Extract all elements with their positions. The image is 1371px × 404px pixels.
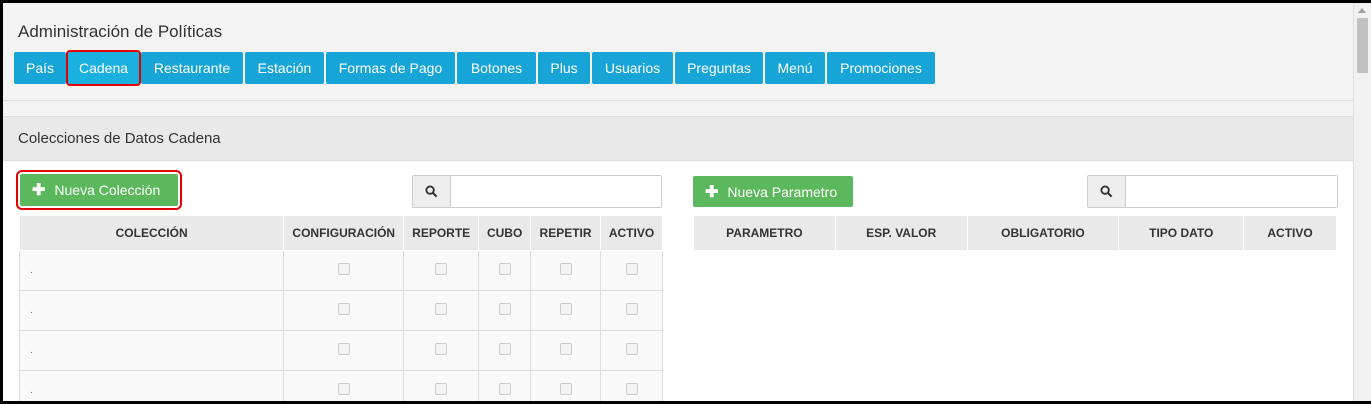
checkbox-cell: [283, 250, 405, 291]
table-row[interactable]: .: [18, 370, 663, 401]
column-header: CUBO: [478, 215, 532, 251]
column-header: TIPO DATO: [1118, 215, 1245, 251]
checkbox[interactable]: [559, 383, 572, 395]
tab-botones[interactable]: Botones: [457, 52, 536, 84]
column-header: REPORTE: [403, 215, 480, 251]
scroll-thumb[interactable]: [1357, 18, 1368, 73]
checkbox[interactable]: [559, 263, 572, 275]
collection-name: .: [18, 250, 285, 291]
tab-usuarios[interactable]: Usuarios: [592, 52, 673, 84]
new-parameter-label: Nueva Parametro: [727, 183, 838, 200]
checkbox-cell: [283, 330, 405, 371]
collection-name: .: [18, 370, 285, 401]
checkbox[interactable]: [559, 343, 572, 355]
column-header: CONFIGURACIÓN: [283, 215, 405, 251]
checkbox[interactable]: [625, 343, 638, 355]
tab-menú[interactable]: Menú: [765, 52, 825, 84]
checkbox[interactable]: [435, 343, 448, 355]
tab-estación[interactable]: Estación: [245, 52, 324, 84]
tab-formas-de-pago[interactable]: Formas de Pago: [326, 52, 455, 84]
checkbox[interactable]: [435, 263, 448, 275]
checkbox[interactable]: [498, 263, 511, 275]
checkbox[interactable]: [337, 263, 350, 275]
tab-preguntas[interactable]: Preguntas: [675, 52, 763, 84]
checkbox[interactable]: [337, 383, 350, 395]
collections-panel: Colecciones de Datos Cadena ✚ Nueva Cole…: [3, 116, 1353, 401]
checkbox-cell: [478, 250, 532, 291]
tab-país[interactable]: País: [14, 52, 66, 84]
checkbox-cell: [530, 330, 602, 371]
checkbox-cell: [478, 370, 532, 401]
collection-search: [412, 175, 662, 208]
checkbox[interactable]: [337, 303, 350, 315]
column-header: COLECCIÓN: [18, 215, 285, 251]
checkbox-cell: [530, 290, 602, 331]
parameter-search: [1087, 175, 1338, 208]
tab-plus[interactable]: Plus: [538, 52, 590, 84]
checkbox[interactable]: [498, 303, 511, 315]
new-parameter-button[interactable]: ✚ Nueva Parametro: [693, 176, 853, 207]
table-row[interactable]: .: [18, 250, 663, 291]
checkbox-cell: [283, 290, 405, 331]
checkbox[interactable]: [498, 343, 511, 355]
tab-promociones[interactable]: Promociones: [827, 52, 935, 84]
checkbox-cell: [403, 290, 480, 331]
scroll-up-icon[interactable]: [1358, 8, 1366, 13]
checkbox[interactable]: [498, 383, 511, 395]
new-collection-label: Nueva Colección: [54, 182, 161, 198]
plus-icon: ✚: [705, 183, 719, 201]
page-header: Administración de Políticas País Cadena Re…: [3, 3, 1353, 101]
parameter-search-input[interactable]: [1126, 176, 1337, 207]
checkbox-cell: [478, 290, 532, 331]
checkbox[interactable]: [625, 303, 638, 315]
checkbox-cell: [600, 250, 663, 291]
checkbox-cell: [478, 330, 532, 371]
column-header: REPETIR: [530, 215, 602, 251]
column-header: ACTIVO: [1243, 215, 1337, 251]
checkbox[interactable]: [435, 303, 448, 315]
search-icon[interactable]: [413, 176, 451, 207]
plus-icon: ✚: [32, 182, 46, 199]
tab-restaurante[interactable]: Restaurante: [141, 52, 243, 84]
parameters-table: PARAMETRO ESP. VALOR OBLIGATORIO TIPO DATO A…: [693, 215, 1337, 251]
column-header: OBLIGATORIO: [966, 215, 1120, 251]
app-frame: Administración de Políticas País Cadena Re…: [0, 0, 1371, 404]
checkbox-cell: [403, 330, 480, 371]
checkbox[interactable]: [625, 263, 638, 275]
checkbox-cell: [600, 370, 663, 401]
column-header: ESP. VALOR: [834, 215, 968, 251]
checkbox[interactable]: [337, 343, 350, 355]
panel-title: Colecciones de Datos Cadena: [3, 117, 1353, 161]
column-header: PARAMETRO: [693, 215, 836, 251]
checkbox-cell: [530, 250, 602, 291]
new-collection-button[interactable]: ✚ Nueva Colección: [16, 170, 182, 210]
collections-table: COLECCIÓN CONFIGURACIÓN REPORTE CUBO REPETIR…: [18, 215, 663, 401]
table-row[interactable]: .: [18, 330, 663, 371]
checkbox-cell: [403, 250, 480, 291]
checkbox-cell: [600, 330, 663, 371]
checkbox[interactable]: [559, 303, 572, 315]
vertical-scrollbar[interactable]: [1353, 3, 1371, 401]
collection-name: .: [18, 290, 285, 331]
checkbox[interactable]: [625, 383, 638, 395]
collection-search-input[interactable]: [451, 176, 661, 207]
tab-bar: País Cadena Restaurante Estación Formas de P…: [14, 50, 937, 86]
page-title: Administración de Políticas: [18, 22, 223, 41]
checkbox-cell: [530, 370, 602, 401]
checkbox-cell: [283, 370, 405, 401]
search-icon[interactable]: [1088, 176, 1126, 207]
checkbox-cell: [600, 290, 663, 331]
tab-cadena[interactable]: Cadena: [66, 50, 141, 86]
checkbox-cell: [403, 370, 480, 401]
table-row[interactable]: .: [18, 290, 663, 331]
column-header: ACTIVO: [600, 215, 663, 251]
checkbox[interactable]: [435, 383, 448, 395]
collection-name: .: [18, 330, 285, 371]
